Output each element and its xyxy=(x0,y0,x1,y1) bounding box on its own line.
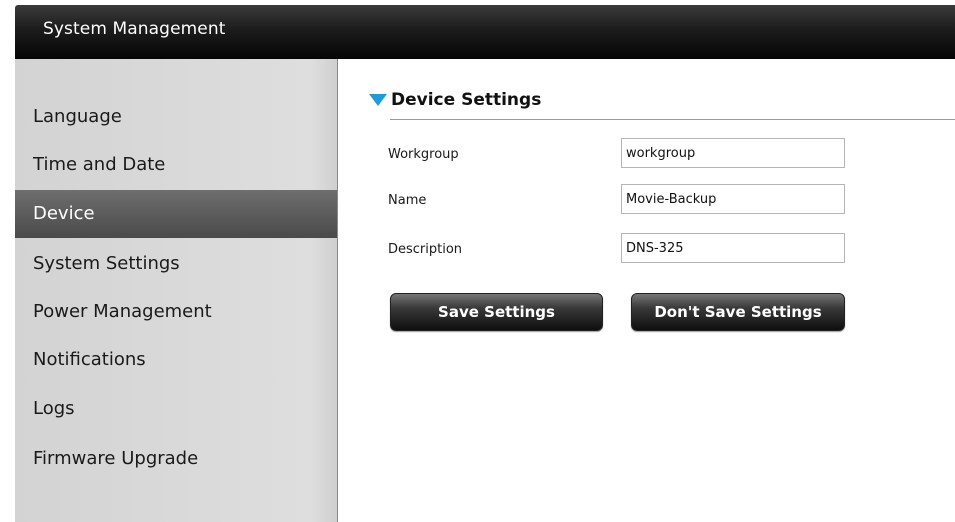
section-divider xyxy=(390,119,955,120)
description-input[interactable] xyxy=(621,233,845,263)
device-settings-header[interactable]: Device Settings xyxy=(369,88,541,112)
name-label: Name xyxy=(388,193,427,208)
triangle-down-icon[interactable] xyxy=(369,94,387,106)
workgroup-label: Workgroup xyxy=(388,147,459,162)
app-header: System Management xyxy=(15,5,955,59)
app-title: System Management xyxy=(43,19,226,39)
workgroup-input[interactable] xyxy=(621,138,845,168)
sidebar-item-language[interactable]: Language xyxy=(15,93,337,141)
section-title: Device Settings xyxy=(391,90,542,110)
dont-save-settings-button[interactable]: Don't Save Settings xyxy=(631,293,845,331)
description-label: Description xyxy=(388,242,463,257)
sidebar-item-firmware-upgrade[interactable]: Firmware Upgrade xyxy=(15,435,337,483)
sidebar-item-power-management[interactable]: Power Management xyxy=(15,288,337,336)
name-input[interactable] xyxy=(621,184,845,214)
sidebar-item-time-and-date[interactable]: Time and Date xyxy=(15,141,337,189)
sidebar-item-logs[interactable]: Logs xyxy=(15,385,337,433)
save-settings-button[interactable]: Save Settings xyxy=(390,293,603,331)
sidebar-item-system-settings[interactable]: System Settings xyxy=(15,240,337,288)
sidebar: Language Time and Date Device System Set… xyxy=(15,59,338,522)
main-panel: Device Settings Workgroup Name Descripti… xyxy=(338,59,955,522)
sidebar-item-device[interactable]: Device xyxy=(15,190,337,238)
sidebar-item-notifications[interactable]: Notifications xyxy=(15,336,337,384)
